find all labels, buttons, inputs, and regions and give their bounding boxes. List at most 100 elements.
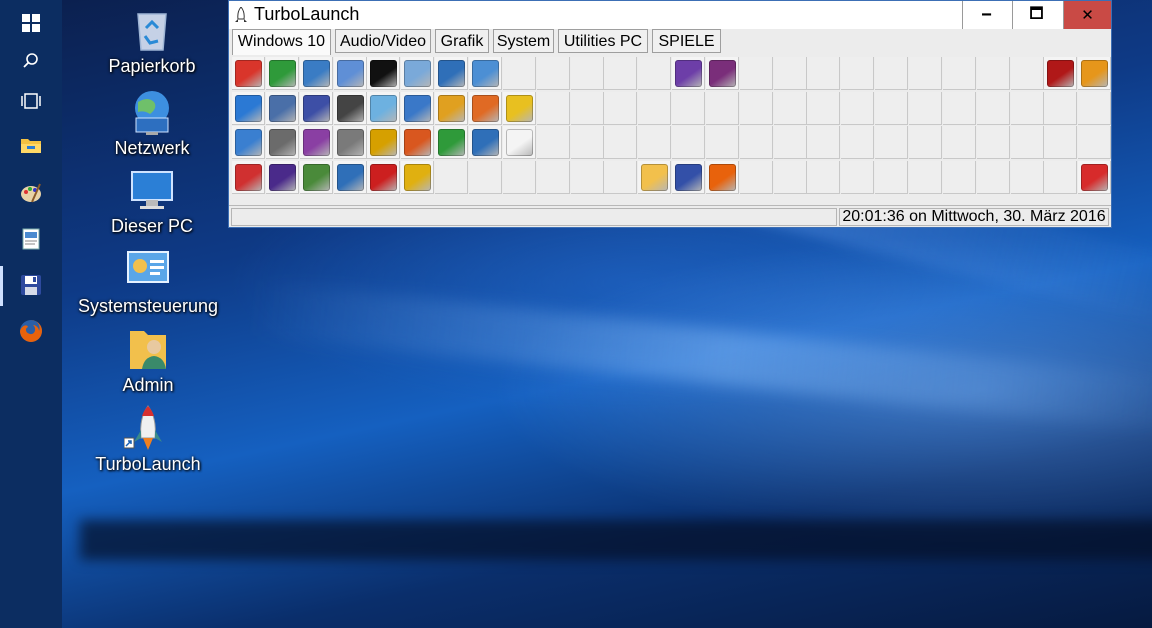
empty-slot[interactable] bbox=[942, 91, 976, 125]
empty-slot[interactable] bbox=[976, 91, 1010, 125]
launch-slot[interactable] bbox=[333, 126, 367, 159]
launch-slot[interactable] bbox=[367, 126, 401, 159]
launch-slot[interactable] bbox=[1078, 160, 1112, 194]
launch-slot[interactable] bbox=[435, 126, 469, 159]
empty-slot[interactable] bbox=[875, 126, 909, 159]
empty-slot[interactable] bbox=[502, 57, 536, 90]
empty-slot[interactable] bbox=[841, 126, 875, 159]
empty-slot[interactable] bbox=[942, 57, 976, 90]
empty-slot[interactable] bbox=[536, 91, 570, 125]
empty-slot[interactable] bbox=[807, 126, 841, 159]
empty-slot[interactable] bbox=[604, 160, 638, 194]
close-button[interactable]: ✕ bbox=[1063, 1, 1111, 29]
launch-slot[interactable] bbox=[265, 160, 299, 194]
launch-slot[interactable] bbox=[232, 91, 265, 125]
desktop-icon-admin[interactable]: Admin bbox=[73, 325, 223, 396]
empty-slot[interactable] bbox=[875, 160, 909, 194]
empty-slot[interactable] bbox=[909, 160, 942, 194]
empty-slot[interactable] bbox=[570, 160, 604, 194]
tab-grafik[interactable]: Grafik bbox=[435, 29, 489, 53]
desktop-icon-network[interactable]: Netzwerk bbox=[77, 88, 227, 159]
desktop-icon-turbolaunch[interactable]: TurboLaunch bbox=[73, 404, 223, 475]
launch-slot[interactable] bbox=[638, 160, 672, 194]
empty-slot[interactable] bbox=[841, 91, 875, 125]
empty-slot[interactable] bbox=[435, 160, 469, 194]
empty-slot[interactable] bbox=[773, 160, 807, 194]
empty-slot[interactable] bbox=[875, 57, 909, 90]
launch-slot[interactable] bbox=[265, 91, 299, 125]
task-view-icon[interactable] bbox=[0, 78, 62, 124]
empty-slot[interactable] bbox=[672, 126, 706, 159]
empty-slot[interactable] bbox=[976, 57, 1010, 90]
launch-slot[interactable] bbox=[502, 126, 536, 159]
empty-slot[interactable] bbox=[807, 57, 841, 90]
empty-slot[interactable] bbox=[1044, 160, 1078, 194]
launch-slot[interactable] bbox=[435, 91, 469, 125]
tab-windows-10[interactable]: Windows 10 bbox=[232, 29, 331, 55]
empty-slot[interactable] bbox=[1078, 126, 1112, 159]
tab-spiele[interactable]: SPIELE bbox=[652, 29, 721, 53]
maximize-button[interactable]: 🗖 bbox=[1012, 1, 1060, 29]
launch-slot[interactable] bbox=[672, 57, 706, 90]
empty-slot[interactable] bbox=[705, 126, 739, 159]
launch-slot[interactable] bbox=[299, 160, 333, 194]
launch-slot[interactable] bbox=[367, 160, 401, 194]
empty-slot[interactable] bbox=[807, 160, 841, 194]
launch-slot[interactable] bbox=[232, 57, 265, 90]
empty-slot[interactable] bbox=[807, 91, 841, 125]
launch-slot[interactable] bbox=[333, 160, 367, 194]
empty-slot[interactable] bbox=[638, 57, 672, 90]
launch-slot[interactable] bbox=[299, 57, 333, 90]
file-explorer-icon[interactable] bbox=[0, 122, 62, 168]
empty-slot[interactable] bbox=[1010, 126, 1044, 159]
tab-audio-video[interactable]: Audio/Video bbox=[335, 29, 431, 53]
empty-slot[interactable] bbox=[705, 91, 739, 125]
empty-slot[interactable] bbox=[604, 91, 638, 125]
launch-slot[interactable] bbox=[265, 126, 299, 159]
launch-slot[interactable] bbox=[468, 91, 502, 125]
launch-slot[interactable] bbox=[367, 91, 401, 125]
launch-slot[interactable] bbox=[672, 160, 706, 194]
empty-slot[interactable] bbox=[1044, 91, 1078, 125]
empty-slot[interactable] bbox=[570, 126, 604, 159]
empty-slot[interactable] bbox=[841, 57, 875, 90]
launch-slot[interactable] bbox=[401, 91, 435, 125]
empty-slot[interactable] bbox=[468, 160, 502, 194]
launch-slot[interactable] bbox=[232, 126, 265, 159]
empty-slot[interactable] bbox=[1010, 91, 1044, 125]
empty-slot[interactable] bbox=[739, 57, 773, 90]
empty-slot[interactable] bbox=[875, 91, 909, 125]
launch-slot[interactable] bbox=[401, 57, 435, 90]
launch-slot[interactable] bbox=[401, 160, 435, 194]
empty-slot[interactable] bbox=[570, 91, 604, 125]
desktop-icon-recycle-bin[interactable]: Papierkorb bbox=[77, 6, 227, 77]
empty-slot[interactable] bbox=[773, 126, 807, 159]
empty-slot[interactable] bbox=[1010, 160, 1044, 194]
launch-slot[interactable] bbox=[401, 126, 435, 159]
launch-slot[interactable] bbox=[435, 57, 469, 90]
empty-slot[interactable] bbox=[942, 126, 976, 159]
empty-slot[interactable] bbox=[536, 126, 570, 159]
launch-slot[interactable] bbox=[468, 126, 502, 159]
minimize-button[interactable]: 🗕 bbox=[962, 1, 1010, 29]
empty-slot[interactable] bbox=[909, 91, 942, 125]
empty-slot[interactable] bbox=[942, 160, 976, 194]
empty-slot[interactable] bbox=[1044, 126, 1078, 159]
launch-slot[interactable] bbox=[367, 57, 401, 90]
empty-slot[interactable] bbox=[909, 57, 942, 90]
empty-slot[interactable] bbox=[976, 126, 1010, 159]
empty-slot[interactable] bbox=[841, 160, 875, 194]
empty-slot[interactable] bbox=[773, 91, 807, 125]
empty-slot[interactable] bbox=[976, 160, 1010, 194]
launch-slot[interactable] bbox=[333, 91, 367, 125]
empty-slot[interactable] bbox=[638, 126, 672, 159]
empty-slot[interactable] bbox=[536, 57, 570, 90]
desktop-icon-control-panel[interactable]: Systemsteuerung bbox=[73, 246, 223, 317]
document-viewer-icon[interactable] bbox=[0, 216, 62, 262]
desktop-icon-this-pc[interactable]: Dieser PC bbox=[77, 166, 227, 237]
empty-slot[interactable] bbox=[773, 57, 807, 90]
launch-slot[interactable] bbox=[265, 57, 299, 90]
empty-slot[interactable] bbox=[536, 160, 570, 194]
empty-slot[interactable] bbox=[739, 160, 773, 194]
launch-slot[interactable] bbox=[705, 160, 739, 194]
